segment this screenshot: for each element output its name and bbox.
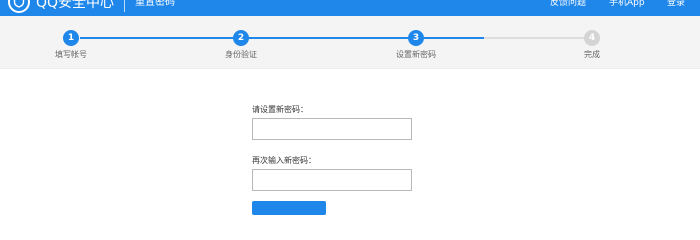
feedback-link[interactable]: 反馈问题: [550, 0, 586, 10]
confirm-password-input[interactable]: [252, 169, 412, 191]
step-1-circle: 1: [63, 30, 79, 46]
mobile-app-link[interactable]: 手机App: [609, 0, 645, 10]
shield-icon: [8, 0, 30, 13]
step-connector-3: [424, 37, 484, 39]
new-password-label: 请设置新密码：: [252, 105, 308, 114]
progress-steps: 1 2 3 4 填写帐号 身份验证 设置新密码 完成: [0, 16, 700, 69]
login-link[interactable]: 登录: [667, 0, 685, 10]
step-4-label: 完成: [584, 50, 600, 59]
brand-title[interactable]: QQ安全中心: [36, 0, 114, 12]
step-2-circle: 2: [233, 30, 249, 46]
step-connector-1: [80, 37, 233, 39]
step-3-label: 设置新密码: [396, 50, 436, 59]
step-connector-2: [249, 37, 408, 39]
confirm-password-label: 再次输入新密码：: [252, 156, 316, 165]
step-3-circle: 3: [408, 30, 424, 46]
step-connector-3-pending: [484, 37, 584, 39]
header-divider: [124, 0, 125, 12]
step-2-label: 身份验证: [225, 50, 257, 59]
page-subtitle: 重置密码: [135, 0, 175, 8]
confirm-button[interactable]: [252, 201, 326, 215]
top-bar: QQ安全中心 重置密码 反馈问题 手机App 登录: [0, 0, 700, 16]
step-4-circle: 4: [584, 30, 600, 46]
new-password-input[interactable]: [252, 118, 412, 140]
step-1-label: 填写帐号: [55, 50, 87, 59]
